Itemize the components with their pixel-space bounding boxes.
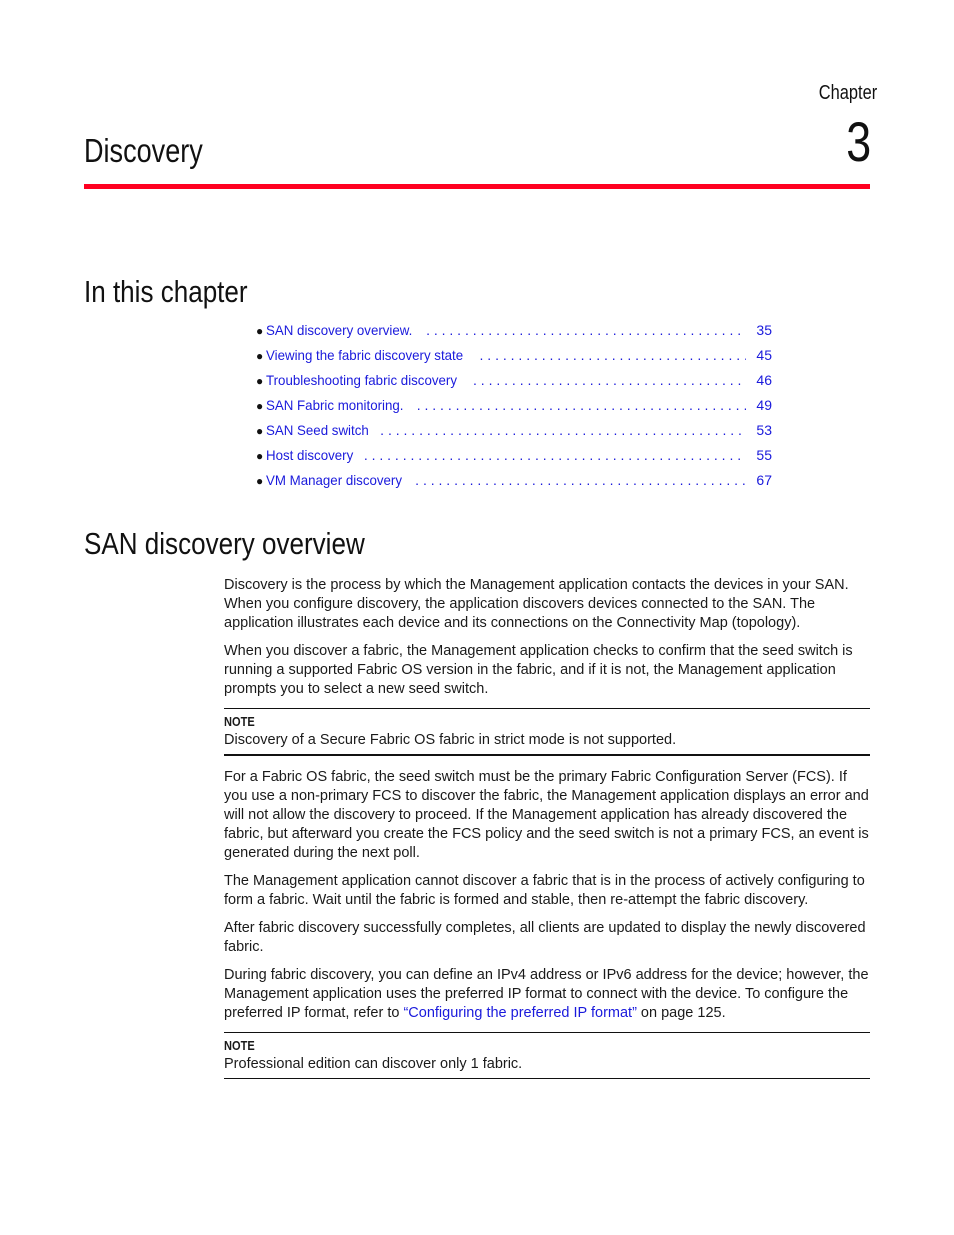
toc-item-title[interactable]: Host discovery — [266, 447, 353, 463]
toc-item-page[interactable]: 49 — [752, 397, 772, 413]
toc-leader-dots — [473, 372, 746, 388]
toc-leader-dots — [415, 472, 746, 488]
paragraph: Discovery is the process by which the Ma… — [224, 577, 849, 631]
toc-item[interactable]: ● Host discovery 55 — [256, 447, 772, 472]
note-label: NOTE — [224, 714, 255, 729]
toc-leader-dots — [417, 397, 746, 413]
cross-reference-link[interactable]: “Configuring the preferred IP format” — [403, 1005, 636, 1021]
paragraph: During fabric discovery, you can define … — [224, 966, 870, 1023]
toc-item[interactable]: ● SAN Fabric monitoring. 49 — [256, 397, 772, 422]
toc-item-title[interactable]: Viewing the fabric discovery state — [266, 347, 463, 363]
note-label: NOTE — [224, 1038, 255, 1053]
bullet-icon: ● — [256, 349, 264, 363]
bullet-icon: ● — [256, 399, 264, 413]
paragraph: For a Fabric OS fabric, the seed switch … — [224, 769, 869, 861]
bullet-icon: ● — [256, 474, 264, 488]
note-box: NOTE Discovery of a Secure Fabric OS fab… — [224, 708, 870, 756]
toc-item-title[interactable]: SAN Seed switch — [266, 422, 369, 438]
toc-item-page[interactable]: 35 — [752, 322, 772, 338]
paragraph: The Management application cannot discov… — [224, 873, 865, 908]
toc-item[interactable]: ● Viewing the fabric discovery state 45 — [256, 347, 772, 372]
toc-item[interactable]: ● SAN discovery overview. 35 — [256, 322, 772, 347]
toc-leader-dots — [480, 347, 746, 363]
paragraph: After fabric discovery successfully comp… — [224, 920, 866, 955]
chapter-title-rule — [84, 184, 870, 189]
bullet-icon: ● — [256, 449, 264, 463]
toc-leader-dots — [380, 422, 746, 438]
toc-item[interactable]: ● SAN Seed switch 53 — [256, 422, 772, 447]
toc-item-page[interactable]: 67 — [752, 472, 772, 488]
in-this-chapter-heading: In this chapter — [84, 274, 248, 309]
toc-item-title[interactable]: SAN Fabric monitoring. — [266, 397, 403, 413]
chapter-label: Chapter — [818, 82, 877, 104]
toc-item[interactable]: ● VM Manager discovery 67 — [256, 472, 772, 497]
note-text: Discovery of a Secure Fabric OS fabric i… — [224, 732, 677, 748]
bullet-icon: ● — [256, 424, 264, 438]
toc-item-page[interactable]: 46 — [752, 372, 772, 388]
note-text: Professional edition can discover only 1… — [224, 1056, 523, 1072]
toc-item-page[interactable]: 53 — [752, 422, 772, 438]
toc-leader-dots — [426, 322, 746, 338]
toc-item-title[interactable]: SAN discovery overview. — [266, 322, 412, 338]
toc-leader-dots — [364, 447, 746, 463]
chapter-title: Discovery — [84, 132, 203, 169]
toc-item-title[interactable]: Troubleshooting fabric discovery — [266, 372, 457, 388]
section-heading: SAN discovery overview — [84, 526, 365, 561]
toc-item-page[interactable]: 55 — [752, 447, 772, 463]
section-body: Discovery is the process by which the Ma… — [224, 576, 870, 1091]
toc-item-title[interactable]: VM Manager discovery — [266, 472, 402, 488]
paragraph-text: on page 125. — [636, 1005, 726, 1021]
note-box: NOTE Professional edition can discover o… — [224, 1032, 870, 1079]
chapter-toc: ● SAN discovery overview. 35 ● Viewing t… — [256, 322, 772, 497]
bullet-icon: ● — [256, 374, 264, 388]
toc-item-page[interactable]: 45 — [752, 347, 772, 363]
toc-item[interactable]: ● Troubleshooting fabric discovery 46 — [256, 372, 772, 397]
chapter-number: 3 — [846, 110, 871, 173]
bullet-icon: ● — [256, 324, 264, 338]
paragraph: When you discover a fabric, the Manageme… — [224, 643, 853, 697]
